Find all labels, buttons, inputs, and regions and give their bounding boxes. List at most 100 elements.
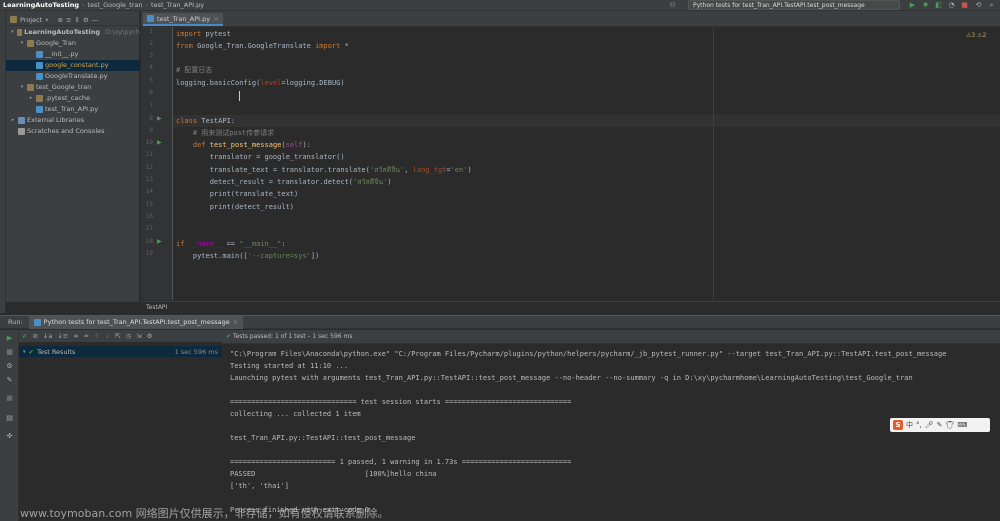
gear-icon[interactable]: ⚙ <box>147 332 153 340</box>
code-line: def test_post_message(self): <box>192 141 311 149</box>
run-configuration-select[interactable]: Python tests for test_Tran_API.TestAPI.t… <box>688 0 900 10</box>
inspection-warnings[interactable]: ⚠3 ⚠2 <box>966 32 986 39</box>
chevron-right-icon[interactable]: ▸ <box>10 115 16 126</box>
line-number: 17 <box>145 225 153 232</box>
tree-item[interactable]: ▾ test_Google_tran <box>6 82 140 93</box>
close-icon[interactable]: × <box>233 316 238 329</box>
skin-icon[interactable]: 👕︎ <box>946 421 955 429</box>
chevron-down-icon[interactable]: ▾ <box>19 38 25 49</box>
test-results-row[interactable]: ▾ ✔ Test Results 1 sec 596 ms <box>19 346 222 357</box>
run-icon[interactable]: ▶ <box>908 0 917 10</box>
import-icon[interactable]: ⇲ <box>136 332 141 340</box>
line-number: 10 <box>145 139 153 146</box>
tree-item[interactable]: ▾ LearningAutoTesting D:\xy\pych <box>6 27 140 38</box>
passed-check-icon: ✔ <box>226 333 233 340</box>
line-number: 16 <box>145 213 153 220</box>
run-gutter-icon[interactable]: ▶ <box>157 238 162 245</box>
code-editor[interactable]: import pytest from Google_Tran.GoogleTra… <box>173 27 1000 300</box>
wrench-icon[interactable]: ✎ <box>5 376 14 385</box>
pen-icon[interactable]: ✎ <box>937 421 943 429</box>
user-icon[interactable]: ⚇ <box>668 0 677 10</box>
test-results-time: 1 sec 596 ms <box>174 347 218 356</box>
caret-line <box>173 115 1000 127</box>
next-failed-icon[interactable]: ↓ <box>105 332 110 340</box>
breadcrumb-file[interactable]: test_Tran_API.py <box>148 1 207 9</box>
pin-icon[interactable]: ✜ <box>5 432 14 441</box>
search-icon[interactable]: ⌕ <box>987 0 996 10</box>
line-number: 6 <box>149 89 153 96</box>
run-tab[interactable]: Python tests for test_Tran_API.TestAPI.t… <box>28 315 244 329</box>
code-line: # 配置日志 <box>176 66 213 74</box>
gear-icon[interactable]: ⚙ <box>83 16 89 24</box>
ime-toolbar[interactable]: S 中 °, 🎤︎ ✎ 👕︎ ⌨ <box>890 418 990 432</box>
tree-item[interactable]: test_Tran_API.py <box>6 104 140 115</box>
layout-icon[interactable]: ▤ <box>5 414 14 423</box>
tree-item[interactable]: ▾ Google_Tran <box>6 38 140 49</box>
line-number: 9 <box>149 127 153 134</box>
expand-icon[interactable]: ⇕ <box>74 16 79 24</box>
microphone-icon[interactable]: 🎤︎ <box>925 421 934 429</box>
collapse-all-icon[interactable]: ≐ <box>84 332 89 340</box>
tree-item[interactable]: ▸ .pytest_cache <box>6 93 140 104</box>
stop-icon[interactable]: ■ <box>960 0 969 10</box>
prev-failed-icon[interactable]: ↑ <box>94 332 99 340</box>
chevron-down-icon[interactable]: ▾ <box>19 82 25 93</box>
sort-alpha-icon[interactable]: ↓a <box>43 332 52 340</box>
tree-item-path: D:\xy\pych <box>105 28 140 36</box>
chevron-down-icon[interactable]: ▾ <box>23 349 26 355</box>
tree-item-label: test_Tran_API.py <box>45 105 99 113</box>
run-actions-toolbar: ▶ ▦ ⚙ ✎ ■ ▤ ✜ <box>0 330 19 521</box>
console-line: ['th', 'thai'] <box>230 482 290 490</box>
folder-icon <box>27 40 34 47</box>
code-line: pytest.main(['--capture=sys']) <box>176 252 320 260</box>
sort-duration-icon[interactable]: ↓≡ <box>57 332 68 340</box>
collapse-icon[interactable]: ≡ <box>66 16 71 24</box>
locate-icon[interactable]: ⊕ <box>58 16 63 24</box>
chevron-down-icon[interactable]: ▾ <box>10 27 15 38</box>
python-file-icon <box>36 73 43 80</box>
console-output[interactable]: "C:\Program Files\Anaconda\python.exe" "… <box>222 343 1000 521</box>
tree-item-label: Google_Tran <box>36 39 76 47</box>
rerun-failed-icon[interactable]: ▦ <box>5 348 14 357</box>
chevron-right-icon[interactable]: ▸ <box>28 93 34 104</box>
tree-item[interactable]: Scratches and Consoles <box>6 126 140 137</box>
project-title[interactable]: Project <box>20 16 42 24</box>
show-ignored-icon[interactable]: ⊘ <box>32 332 37 340</box>
vcs-icon[interactable]: ⟲ <box>974 0 983 10</box>
line-number: 13 <box>145 176 153 183</box>
hide-icon[interactable]: — <box>92 16 99 24</box>
editor-tab[interactable]: test_Tran_API.py × <box>143 13 223 26</box>
show-passed-icon[interactable]: ✔ <box>22 332 27 340</box>
structure-breadcrumb[interactable]: TestAPI <box>141 301 1000 313</box>
breadcrumb-folder[interactable]: test_Google_tran <box>84 1 145 9</box>
stop-icon[interactable]: ■ <box>5 394 14 403</box>
tree-item[interactable]: __init__.py <box>6 49 140 60</box>
folder-icon <box>36 95 43 102</box>
rerun-icon[interactable]: ▶ <box>5 334 14 343</box>
console-line: ========================= 1 passed, 1 wa… <box>230 458 572 466</box>
line-number: 8 <box>149 115 153 122</box>
history-icon[interactable]: ◷ <box>126 332 132 340</box>
close-icon[interactable]: × <box>213 13 218 25</box>
console-line: collecting ... collected 1 item <box>230 410 361 418</box>
tree-item[interactable]: GoogleTranslate.py <box>6 71 140 82</box>
line-number: 4 <box>149 64 153 71</box>
debug-icon[interactable]: ⚙ <box>5 362 14 371</box>
debug-icon[interactable]: ✹ <box>921 0 930 10</box>
tree-item[interactable]: ▸ External Libraries <box>6 115 140 126</box>
ime-mode[interactable]: 中 <box>906 420 913 430</box>
tree-item-label: Scratches and Consoles <box>27 127 105 135</box>
code-line: translate_text = translator.translate('ส… <box>176 166 472 174</box>
coverage-icon[interactable]: ◧ <box>934 0 943 10</box>
line-number: 15 <box>145 201 153 208</box>
run-gutter-icon[interactable]: ▶ <box>157 115 162 122</box>
tree-item[interactable]: google_constant.py <box>6 60 140 71</box>
expand-all-icon[interactable]: ≑ <box>73 332 78 340</box>
keyboard-icon[interactable]: ⌨ <box>957 421 967 429</box>
export-icon[interactable]: ⇱ <box>115 332 120 340</box>
chevron-down-icon[interactable]: ▾ <box>45 16 48 24</box>
profile-icon[interactable]: ◔ <box>947 0 956 10</box>
breadcrumb-project[interactable]: LearningAutoTesting <box>0 1 82 9</box>
punctuation-icon[interactable]: °, <box>916 421 922 429</box>
run-gutter-icon[interactable]: ▶ <box>157 139 162 146</box>
